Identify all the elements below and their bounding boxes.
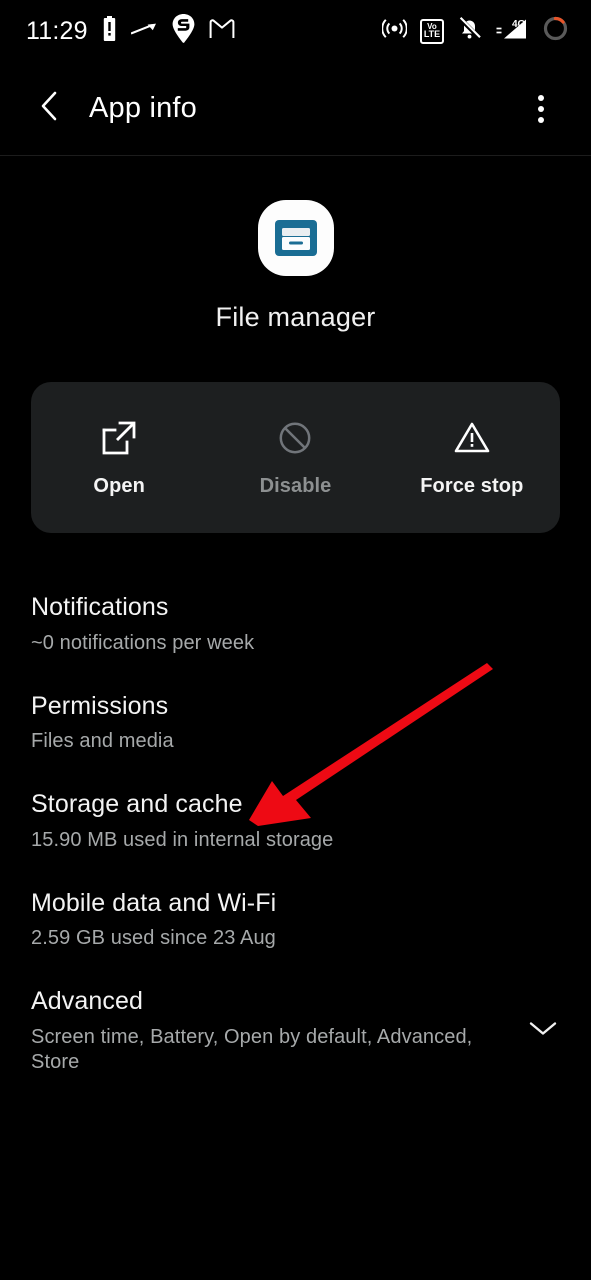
- overflow-dot: [538, 116, 544, 123]
- list-item-title: Notifications: [31, 593, 169, 621]
- page-title: App info: [89, 92, 198, 124]
- list-item-subtitle: ~0 notifications per week: [31, 631, 255, 654]
- status-bar-clock: 11:29: [26, 16, 88, 45]
- list-item-mobile-data-and-wifi[interactable]: Mobile data and Wi-Fi 2.59 GB used since…: [0, 871, 591, 970]
- battery-ring-icon: [542, 15, 569, 47]
- svg-text:4G: 4G: [512, 19, 526, 30]
- disable-circle-slash-icon: [276, 418, 314, 458]
- status-bar: 11:29 Vo LTE 4G: [0, 0, 591, 62]
- status-bar-right: Vo LTE 4G: [381, 15, 569, 47]
- open-in-new-icon: [100, 418, 138, 458]
- disable-button-label: Disable: [259, 474, 332, 497]
- gmail-icon: [209, 18, 235, 45]
- force-stop-button-label: Force stop: [420, 474, 524, 497]
- warning-triangle-icon: [453, 418, 491, 458]
- app-name: File manager: [215, 302, 376, 332]
- status-bar-left: 11:29: [26, 14, 235, 48]
- send-arrow-icon: [130, 21, 158, 42]
- disable-button[interactable]: Disable: [207, 418, 383, 498]
- list-item-storage-and-cache[interactable]: Storage and cache 15.90 MB used in inter…: [0, 772, 591, 871]
- back-chevron-icon: [37, 91, 61, 126]
- file-manager-app-icon: [257, 200, 334, 276]
- app-actions-card: Open Disable Force stop: [31, 382, 560, 533]
- toolbar-divider: [0, 155, 591, 156]
- list-item-subtitle: 15.90 MB used in internal storage: [31, 828, 334, 851]
- notifications-muted-icon: [457, 16, 482, 46]
- battery-alert-icon: [102, 15, 117, 47]
- list-item-title: Storage and cache: [31, 790, 243, 818]
- open-button-label: Open: [93, 474, 145, 497]
- hotspot-icon: [381, 16, 408, 46]
- open-button[interactable]: Open: [31, 418, 207, 498]
- toolbar: App info: [0, 62, 591, 155]
- overflow-menu-icon[interactable]: [519, 87, 563, 131]
- list-item-title: Advanced: [31, 987, 143, 1015]
- list-item-subtitle: 2.59 GB used since 23 Aug: [31, 927, 276, 949]
- overflow-dot: [538, 105, 544, 112]
- list-item-title: Mobile data and Wi-Fi: [31, 888, 277, 917]
- list-item-subtitle: Screen time, Battery, Open by default, A…: [31, 1025, 473, 1073]
- list-item-notifications[interactable]: Notifications ~0 notifications per week: [0, 575, 591, 674]
- list-item-permissions[interactable]: Permissions Files and media: [0, 674, 591, 773]
- settings-list: Notifications ~0 notifications per week …: [0, 575, 591, 1093]
- volte-icon: Vo LTE: [420, 18, 444, 44]
- list-item-advanced[interactable]: Advanced Screen time, Battery, Open by d…: [0, 969, 591, 1093]
- force-stop-button[interactable]: Force stop: [384, 418, 560, 498]
- list-item-title: Permissions: [31, 691, 169, 720]
- overflow-dot: [538, 94, 544, 101]
- app-header: File manager: [0, 200, 591, 333]
- swiggy-pin-icon: [172, 14, 195, 48]
- back-button[interactable]: [26, 86, 72, 132]
- list-item-subtitle: Files and media: [31, 730, 174, 752]
- mobile-signal-4g-icon: 4G: [495, 16, 529, 47]
- chevron-down-icon[interactable]: [528, 1019, 558, 1042]
- volte-line-2: LTE: [423, 29, 441, 39]
